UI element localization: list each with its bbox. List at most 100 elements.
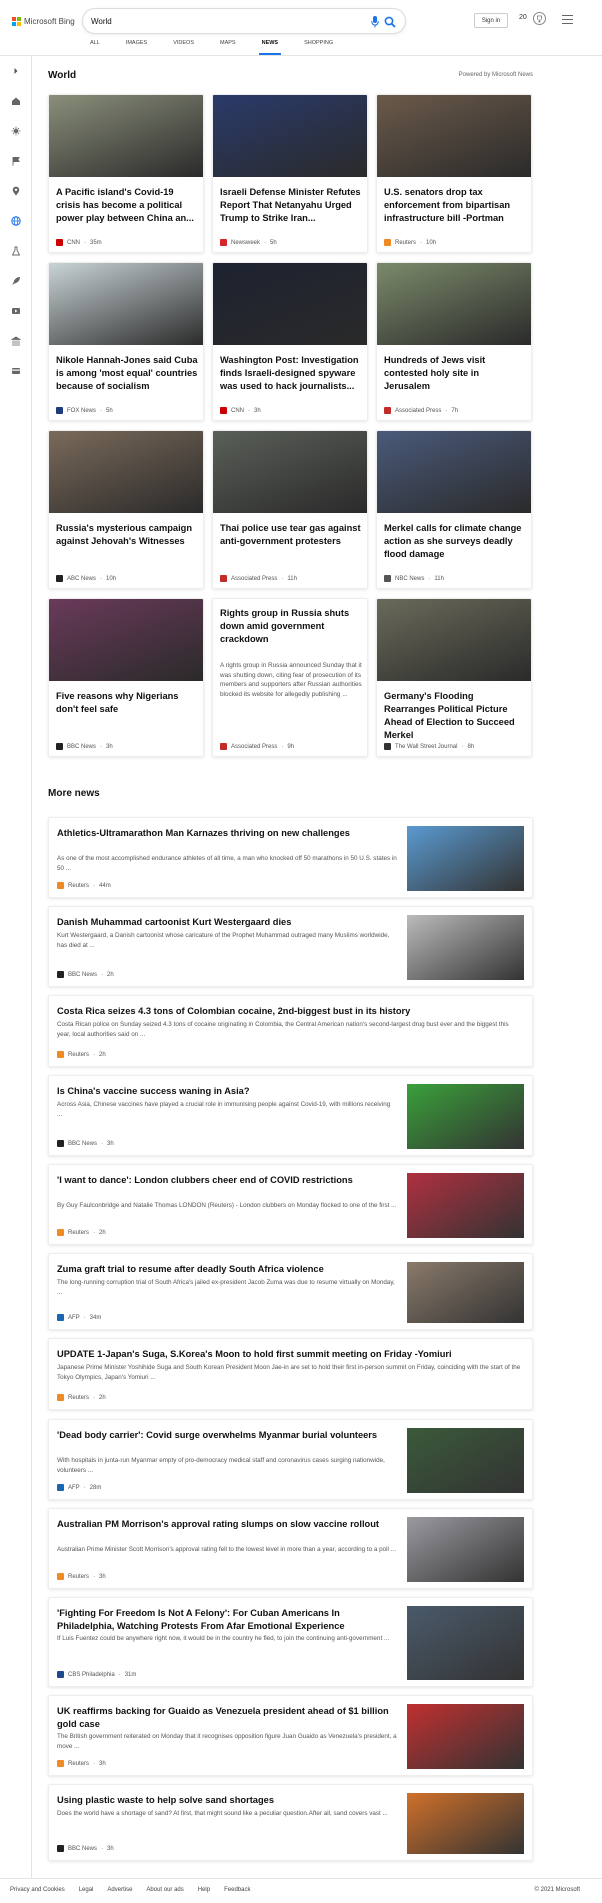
more-news-title[interactable]: Costa Rica seizes 4.3 tons of Colombian … xyxy=(57,1005,522,1018)
sign-in-button[interactable]: Sign in xyxy=(474,13,508,28)
news-card-title[interactable]: Hundreds of Jews visit contested holy si… xyxy=(384,354,526,393)
news-card-image[interactable] xyxy=(49,431,203,513)
footer-link[interactable]: Advertise xyxy=(107,1887,132,1893)
more-news-title[interactable]: UPDATE 1-Japan's Suga, S.Korea's Moon to… xyxy=(57,1348,522,1361)
search-input[interactable]: World xyxy=(91,17,112,26)
news-card[interactable]: Germany's Flooding Rearranges Political … xyxy=(376,598,532,757)
footer-link[interactable]: Privacy and Cookies xyxy=(10,1887,65,1893)
footer-link[interactable]: Feedback xyxy=(224,1887,250,1893)
more-news-item[interactable]: Athletics-Ultramarathon Man Karnazes thr… xyxy=(48,817,533,898)
search-icon[interactable] xyxy=(384,16,396,28)
news-card-title[interactable]: U.S. senators drop tax enforcement from … xyxy=(384,186,526,225)
news-card-image[interactable] xyxy=(213,95,367,177)
news-card-image[interactable] xyxy=(213,263,367,345)
news-card-title[interactable]: Rights group in Russia shuts down amid g… xyxy=(220,607,362,646)
more-news-item[interactable]: UPDATE 1-Japan's Suga, S.Korea's Moon to… xyxy=(48,1338,533,1410)
tab-news[interactable]: NEWS xyxy=(258,40,281,56)
more-news-item[interactable]: Australian PM Morrison's approval rating… xyxy=(48,1508,533,1589)
more-news-item[interactable]: Danish Muhammad cartoonist Kurt Westerga… xyxy=(48,906,533,987)
news-card[interactable]: Israeli Defense Minister Refutes Report … xyxy=(212,94,368,253)
news-card[interactable]: Hundreds of Jews visit contested holy si… xyxy=(376,262,532,421)
news-card-image[interactable] xyxy=(213,431,367,513)
card-icon[interactable] xyxy=(11,366,21,376)
location-icon[interactable] xyxy=(11,186,21,196)
more-news-thumbnail[interactable] xyxy=(407,1606,524,1680)
news-card-title[interactable]: Merkel calls for climate change action a… xyxy=(384,522,526,561)
more-news-item[interactable]: 'Fighting For Freedom Is Not A Felony': … xyxy=(48,1597,533,1687)
flag-icon[interactable] xyxy=(11,156,21,166)
more-news-title[interactable]: 'I want to dance': London clubbers cheer… xyxy=(57,1174,397,1187)
more-news-item[interactable]: Is China's vaccine success waning in Asi… xyxy=(48,1075,533,1156)
more-news-thumbnail[interactable] xyxy=(407,1262,524,1323)
news-card-title[interactable]: Thai police use tear gas against anti-go… xyxy=(220,522,362,548)
science-icon[interactable] xyxy=(11,246,21,256)
bing-logo[interactable]: Microsoft Bing xyxy=(12,14,75,28)
tab-videos[interactable]: VIDEOS xyxy=(173,40,194,56)
news-card-image[interactable] xyxy=(49,263,203,345)
home-icon[interactable] xyxy=(11,96,21,106)
more-news-title[interactable]: 'Fighting For Freedom Is Not A Felony': … xyxy=(57,1607,397,1633)
more-news-thumbnail[interactable] xyxy=(407,826,524,891)
more-news-title[interactable]: UK reaffirms backing for Guaido as Venez… xyxy=(57,1705,397,1731)
more-news-item[interactable]: UK reaffirms backing for Guaido as Venez… xyxy=(48,1695,533,1776)
more-news-item[interactable]: Using plastic waste to help solve sand s… xyxy=(48,1784,533,1861)
news-card[interactable]: Five reasons why Nigerians don't feel sa… xyxy=(48,598,204,757)
more-news-thumbnail[interactable] xyxy=(407,915,524,980)
video-icon[interactable] xyxy=(11,306,21,316)
microphone-icon[interactable] xyxy=(371,16,379,28)
footer-link[interactable]: About our ads xyxy=(146,1887,183,1893)
expand-chevron-icon[interactable] xyxy=(11,66,21,76)
more-news-item[interactable]: Costa Rica seizes 4.3 tons of Colombian … xyxy=(48,995,533,1067)
rewards-points[interactable]: 20 xyxy=(519,14,527,21)
news-card[interactable]: U.S. senators drop tax enforcement from … xyxy=(376,94,532,253)
news-card-title[interactable]: Nikole Hannah-Jones said Cuba is among '… xyxy=(56,354,198,393)
more-news-title[interactable]: Australian PM Morrison's approval rating… xyxy=(57,1518,397,1531)
news-card[interactable]: Thai police use tear gas against anti-go… xyxy=(212,430,368,589)
footer-link[interactable]: Help xyxy=(198,1887,210,1893)
more-news-thumbnail[interactable] xyxy=(407,1173,524,1238)
more-news-title[interactable]: Athletics-Ultramarathon Man Karnazes thr… xyxy=(57,827,397,840)
tab-all[interactable]: ALL xyxy=(90,40,100,56)
news-card-title[interactable]: Russia's mysterious campaign against Jeh… xyxy=(56,522,198,548)
more-news-title[interactable]: Is China's vaccine success waning in Asi… xyxy=(57,1085,397,1098)
rewards-trophy-icon[interactable] xyxy=(533,12,546,25)
more-news-item[interactable]: 'Dead body carrier': Covid surge overwhe… xyxy=(48,1419,533,1500)
news-card-image[interactable] xyxy=(49,599,203,681)
hamburger-menu-icon[interactable] xyxy=(562,15,573,24)
more-news-title[interactable]: 'Dead body carrier': Covid surge overwhe… xyxy=(57,1429,397,1442)
more-news-thumbnail[interactable] xyxy=(407,1704,524,1769)
footer-link[interactable]: Legal xyxy=(79,1887,94,1893)
news-card[interactable]: Washington Post: Investigation finds Isr… xyxy=(212,262,368,421)
more-news-thumbnail[interactable] xyxy=(407,1428,524,1493)
news-card-title[interactable]: Washington Post: Investigation finds Isr… xyxy=(220,354,362,393)
search-box[interactable]: World xyxy=(82,8,406,34)
news-card-title[interactable]: A Pacific island's Covid-19 crisis has b… xyxy=(56,186,198,225)
news-card-image[interactable] xyxy=(377,599,531,681)
news-card-title[interactable]: Germany's Flooding Rearranges Political … xyxy=(384,690,526,742)
news-card-image[interactable] xyxy=(377,431,531,513)
tab-images[interactable]: IMAGES xyxy=(126,40,147,56)
globe-icon[interactable] xyxy=(11,216,21,226)
tab-shopping[interactable]: SHOPPING xyxy=(304,40,333,56)
news-card-title[interactable]: Israeli Defense Minister Refutes Report … xyxy=(220,186,362,225)
more-news-thumbnail[interactable] xyxy=(407,1084,524,1149)
more-news-thumbnail[interactable] xyxy=(407,1793,524,1854)
news-card-image[interactable] xyxy=(377,95,531,177)
news-card[interactable]: Merkel calls for climate change action a… xyxy=(376,430,532,589)
news-card-image[interactable] xyxy=(377,263,531,345)
more-news-item[interactable]: 'I want to dance': London clubbers cheer… xyxy=(48,1164,533,1245)
rocket-icon[interactable] xyxy=(11,276,21,286)
more-news-title[interactable]: Using plastic waste to help solve sand s… xyxy=(57,1794,397,1807)
news-card[interactable]: Rights group in Russia shuts down amid g… xyxy=(212,598,368,757)
news-card[interactable]: Russia's mysterious campaign against Jeh… xyxy=(48,430,204,589)
more-news-item[interactable]: Zuma graft trial to resume after deadly … xyxy=(48,1253,533,1330)
more-news-title[interactable]: Zuma graft trial to resume after deadly … xyxy=(57,1263,397,1276)
news-card[interactable]: Nikole Hannah-Jones said Cuba is among '… xyxy=(48,262,204,421)
bank-icon[interactable] xyxy=(11,336,21,346)
news-card[interactable]: A Pacific island's Covid-19 crisis has b… xyxy=(48,94,204,253)
news-card-image[interactable] xyxy=(49,95,203,177)
news-card-title[interactable]: Five reasons why Nigerians don't feel sa… xyxy=(56,690,198,716)
more-news-title[interactable]: Danish Muhammad cartoonist Kurt Westerga… xyxy=(57,916,397,929)
coronavirus-icon[interactable] xyxy=(11,126,21,136)
powered-by-label[interactable]: Powered by Microsoft News xyxy=(459,72,533,78)
